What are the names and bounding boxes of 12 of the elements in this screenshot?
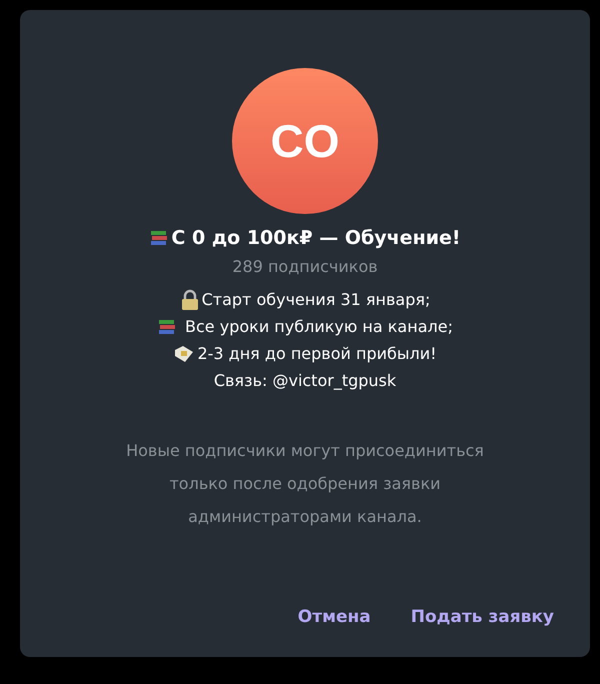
approval-notice: Новые подписчики могут присоединиться только после одобрения заявки администраторами канала. <box>125 440 485 528</box>
description-line: Связь: @victor_tgpusk <box>214 371 396 390</box>
channel-avatar: CO <box>232 68 378 214</box>
description-line: 2-3 дня до первой прибыли! <box>197 344 437 363</box>
books-icon <box>149 228 170 248</box>
channel-title: С 0 до 100к₽ — Обучение! <box>171 227 461 249</box>
cancel-button[interactable]: Отмена <box>286 599 383 635</box>
subscriber-count: 289 подписчиков <box>232 257 378 276</box>
description-line: Старт обучения 31 января; <box>202 290 430 309</box>
lock-icon <box>180 288 200 310</box>
description-line: Все уроки публикую на канале; <box>185 317 453 336</box>
request-button[interactable]: Подать заявку <box>398 599 566 635</box>
